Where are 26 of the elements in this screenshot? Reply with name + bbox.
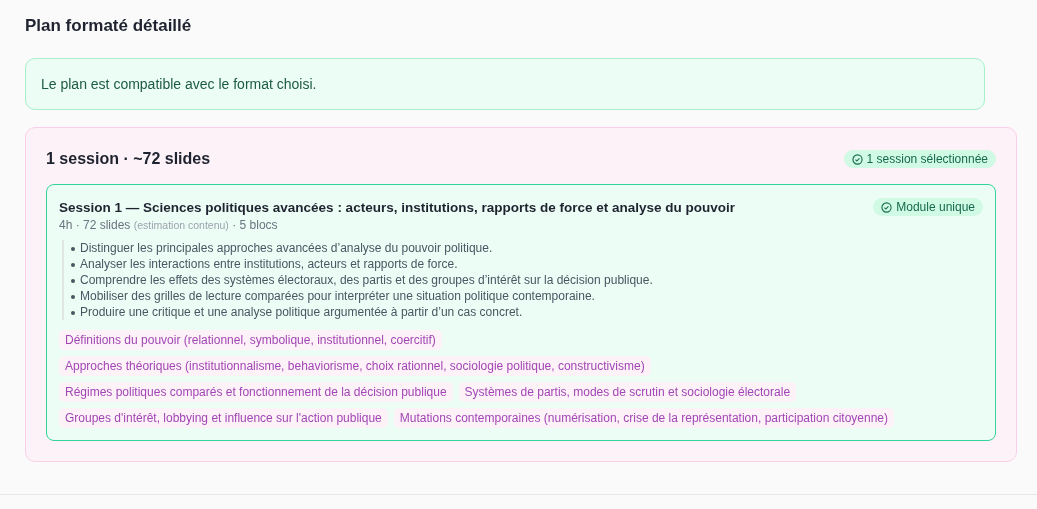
bullet-icon	[71, 279, 75, 283]
objective-text: Comprendre les effets des systèmes électoraux, des partis et des groupes d’intérêt sur la décision publique.	[80, 272, 653, 288]
session-card[interactable]	[46, 184, 996, 441]
block-tag: Régimes politiques comparés et fonctionnement de la décision publique	[59, 382, 453, 402]
summary-title: 1 session · ~72 slides	[46, 150, 211, 168]
block-tag: Approches théoriques (institutionnalisme, behaviorisme, choix rationnel, sociologie politique, constructivisme)	[59, 356, 651, 376]
block-tag: Groupes d'intérêt, lobbying et influence sur l'action publique	[59, 408, 388, 428]
objective-text: Mobiliser des grilles de lecture comparées pour interpréter une situation politique contemporaine.	[80, 288, 595, 304]
bullet-icon	[71, 311, 75, 315]
bullet-icon	[71, 295, 75, 299]
block-tag: Systèmes de partis, modes de scrutin et sociologie électorale	[458, 382, 797, 402]
block-tag: Mutations contemporaines (numérisation, crise de la représentation, participation citoyenne)	[393, 408, 895, 428]
session-title: Session 1 — Sciences politiques avancées : acteurs, institutions, rapports de force et analyse du pouvoir	[59, 199, 735, 215]
check-circle-icon	[851, 153, 863, 165]
bullet-icon	[71, 247, 75, 251]
session-meta: 4h · 72 slides (estimation contenu) · 5 blocs	[59, 218, 279, 232]
bullet-icon	[71, 263, 75, 267]
selection-badge: 1 session sélectionnée	[843, 150, 996, 168]
objective-text: Produire une critique et une analyse politique argumentée à partir d’un cas concret.	[80, 304, 523, 320]
check-circle-icon	[881, 201, 893, 213]
objective-text: Distinguer les principales approches avancées d’analyse du pouvoir politique.	[80, 240, 493, 256]
objective-text: Analyser les interactions entre institutions, acteurs et rapports de force.	[80, 256, 458, 272]
page-title: Plan formaté détaillé	[25, 15, 193, 37]
block-tag: Définitions du pouvoir (relationnel, symbolique, institutionnel, coercitif)	[59, 330, 442, 350]
module-badge: Module unique	[873, 198, 983, 216]
compatibility-notice: Le plan est compatible avec le format choisi.	[25, 58, 985, 110]
